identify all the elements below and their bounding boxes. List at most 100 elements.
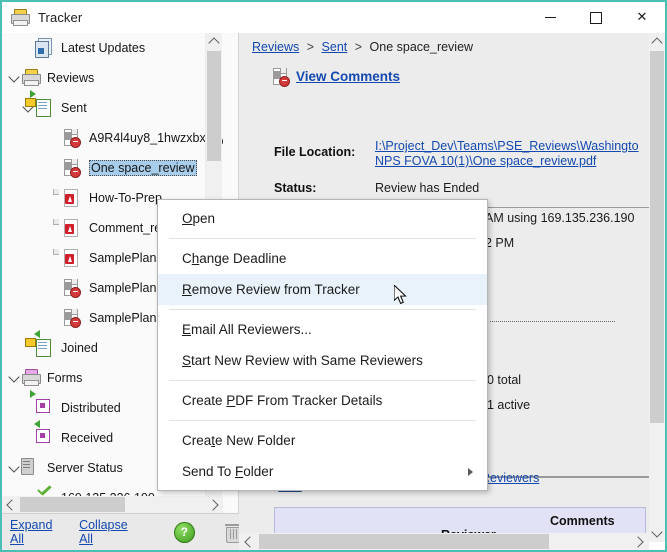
- breadcrumb-sent[interactable]: Sent: [322, 40, 348, 54]
- context-menu[interactable]: Open Change Deadline Remove Review from Tr…: [157, 199, 488, 491]
- menu-item-create-new-folder[interactable]: Create New Folder: [158, 425, 487, 456]
- menu-item-start-new-review-same-reviewers[interactable]: Start New Review with Same Reviewers: [158, 345, 487, 376]
- distributed-form-icon: [30, 390, 55, 418]
- menu-item-label: Start New Review with Same Reviewers: [182, 353, 423, 368]
- scroll-right-arrow-icon[interactable]: [206, 496, 223, 513]
- breadcrumb-separator-2: >: [354, 40, 363, 54]
- expand-all-link[interactable]: Expand All: [10, 518, 67, 546]
- chevron-down-icon[interactable]: [6, 63, 21, 93]
- chevron-down-icon[interactable]: [6, 453, 21, 483]
- mouse-cursor: [394, 285, 407, 305]
- pdf-review-icon: [63, 278, 83, 298]
- received-form-icon: [34, 420, 55, 448]
- tree-item-label: Server Status: [47, 461, 123, 475]
- menu-item-label: Open: [182, 211, 216, 226]
- title-bar: Tracker ✕: [2, 2, 665, 33]
- view-comments-link[interactable]: View Comments: [296, 69, 400, 84]
- menu-item-create-pdf-from-tracker-details[interactable]: Create PDF From Tracker Details: [158, 385, 487, 416]
- pdf-review-icon: [63, 308, 83, 328]
- file-location-value[interactable]: I:\Project_Dev\Teams\PSE_Reviews\Washing…: [375, 139, 665, 169]
- chevron-down-icon[interactable]: [6, 363, 21, 393]
- tree-item-label: SamplePlans-: [89, 251, 167, 265]
- tree-item-label: A9R4l4uy8_1hwzxbx_6ys': [89, 131, 223, 145]
- pdf-review-icon: [272, 67, 290, 87]
- file-location-line-2[interactable]: NPS FOVA 10(1)\One space_review.pdf: [375, 154, 665, 169]
- pdf-review-icon: [63, 128, 83, 148]
- tree-item-label: One space_review: [89, 160, 197, 176]
- minimize-button[interactable]: [527, 2, 573, 33]
- window-controls: ✕: [527, 2, 665, 33]
- menu-item-change-deadline[interactable]: Change Deadline: [158, 243, 487, 274]
- comments-total-text: 0 total: [487, 373, 522, 387]
- detail-horizontal-scrollbar[interactable]: [239, 533, 649, 550]
- menu-item-label: Remove Review from Tracker: [182, 282, 360, 297]
- breadcrumb: Reviews > Sent > One space_review: [252, 40, 473, 54]
- detail-scroll-right-arrow-icon[interactable]: [630, 533, 649, 550]
- tree-item-one-space-review[interactable]: One space_review: [2, 153, 223, 183]
- breadcrumb-reviews[interactable]: Reviews: [252, 40, 299, 54]
- tree-item-label: Sent: [61, 101, 87, 115]
- detail-scroll-thumb[interactable]: [650, 51, 664, 423]
- pdf-review-icon: [63, 158, 83, 178]
- detail-scroll-left-arrow-icon[interactable]: [239, 533, 258, 550]
- view-comments-row[interactable]: View Comments: [272, 67, 400, 87]
- menu-separator: [169, 238, 476, 239]
- menu-item-label: Create PDF From Tracker Details: [182, 393, 383, 408]
- sidebar-footer: Expand All Collapse All ?: [2, 513, 240, 550]
- menu-separator: [169, 420, 476, 421]
- pdf-icon: [53, 248, 83, 268]
- table-header-comments[interactable]: Comments: [550, 514, 615, 528]
- collapse-all-link[interactable]: Collapse All: [79, 518, 142, 546]
- latest-updates-icon: [35, 38, 55, 58]
- pdf-icon: [53, 188, 83, 208]
- menu-item-send-to-folder[interactable]: Send To Folder: [158, 456, 487, 487]
- sidebar-hscroll-thumb[interactable]: [20, 497, 125, 512]
- window-title: Tracker: [38, 10, 83, 25]
- menu-item-email-all-reviewers[interactable]: Email All Reviewers...: [158, 314, 487, 345]
- last-activity-text: AM using 169.135.236.190: [485, 211, 635, 225]
- tree-item-latest-updates[interactable]: Latest Updates: [2, 33, 223, 63]
- detail-vertical-scrollbar[interactable]: [649, 33, 665, 533]
- window-body: Latest Updates Reviews Sent A9R4l4uy8_1hwzx…: [2, 33, 665, 550]
- menu-item-open[interactable]: Open: [158, 203, 487, 234]
- menu-item-remove-review-from-tracker[interactable]: Remove Review from Tracker: [158, 274, 487, 305]
- dotted-divider: [490, 321, 615, 322]
- maximize-button[interactable]: [573, 2, 619, 33]
- menu-item-label: Email All Reviewers...: [182, 322, 312, 337]
- help-icon[interactable]: ?: [174, 521, 195, 543]
- tracker-printer-icon: [10, 8, 32, 28]
- scroll-left-arrow-icon[interactable]: [2, 496, 19, 513]
- tree-item-label: Received: [61, 431, 114, 445]
- close-button[interactable]: ✕: [619, 2, 665, 33]
- reviewers-link[interactable]: Reviewers: [481, 471, 539, 485]
- breadcrumb-current: One space_review: [369, 40, 474, 54]
- submenu-arrow-icon: [468, 467, 473, 476]
- status-value: Review has Ended: [375, 181, 480, 195]
- pdf-icon: [53, 218, 83, 238]
- file-location-label: File Location:: [274, 145, 356, 159]
- tree-item-a9r4l4uy8-1hwzxbx-6ys[interactable]: A9R4l4uy8_1hwzxbx_6ys': [2, 123, 223, 153]
- tree-item-reviews[interactable]: Reviews: [2, 63, 223, 93]
- tree-item-sent[interactable]: Sent: [2, 90, 223, 123]
- close-icon: ✕: [636, 10, 648, 25]
- menu-item-label: Change Deadline: [182, 251, 287, 266]
- file-location-line-1[interactable]: I:\Project_Dev\Teams\PSE_Reviews\Washing…: [375, 139, 665, 154]
- forms-printer-icon: [21, 368, 41, 388]
- sidebar-scroll-thumb[interactable]: [207, 51, 221, 161]
- sidebar-horizontal-scrollbar[interactable]: [2, 496, 223, 513]
- detail-scroll-up-arrow-icon[interactable]: [649, 33, 665, 50]
- trash-icon[interactable]: [224, 523, 240, 543]
- tree-item-label: Latest Updates: [61, 41, 146, 55]
- scroll-up-arrow-icon[interactable]: [206, 33, 222, 50]
- reviews-printer-icon: [21, 68, 41, 88]
- tracker-window: Tracker ✕ Latest Updates Reviews Sent A9R4l…: [0, 0, 667, 552]
- detail-hscroll-thumb[interactable]: [259, 534, 549, 549]
- detail-scroll-down-arrow-icon[interactable]: [649, 525, 665, 542]
